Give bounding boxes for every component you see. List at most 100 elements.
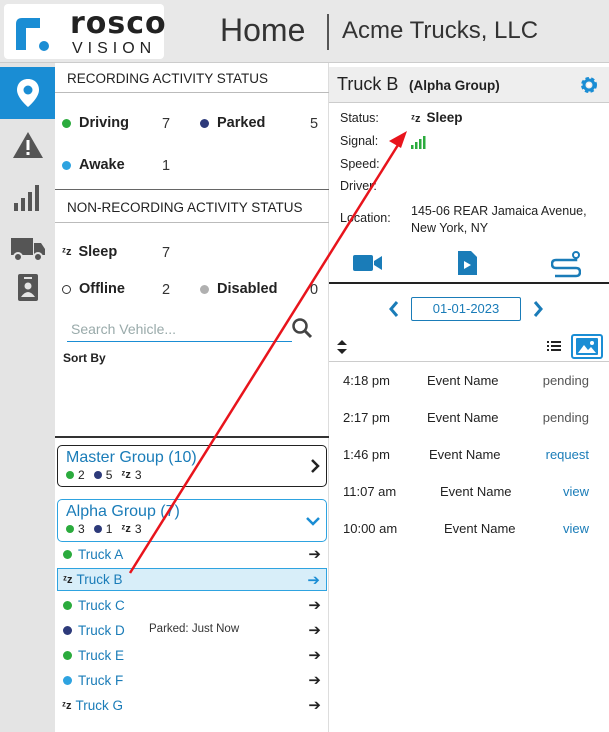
arrow-right-icon: ➔: [308, 546, 321, 563]
offline-filter[interactable]: Offline: [62, 281, 125, 297]
location-pin-icon: [16, 79, 39, 107]
divider: [329, 361, 609, 362]
header-divider: [327, 14, 329, 50]
nonrecording-status-title: NON-RECORDING ACTIVITY STATUS: [67, 200, 303, 215]
event-time: 1:46 pm: [343, 447, 390, 462]
truck-row-b[interactable]: ᶻz Truck B ➔: [57, 568, 327, 591]
event-request-link[interactable]: request: [546, 447, 589, 462]
recording-status-title: RECORDING ACTIVITY STATUS: [67, 71, 269, 86]
driving-count: 7: [162, 116, 171, 132]
sleep-icon: ᶻz: [62, 699, 72, 712]
disabled-filter[interactable]: Disabled: [200, 281, 277, 297]
truck-row-c[interactable]: Truck C ➔: [57, 594, 327, 617]
sleep-icon: ᶻz: [62, 246, 72, 258]
route-icon[interactable]: [551, 250, 581, 278]
truck-row-e[interactable]: Truck E ➔: [57, 644, 327, 667]
truck-name: Truck F: [78, 673, 124, 688]
image-view-button[interactable]: [571, 334, 603, 359]
search-input[interactable]: [67, 317, 292, 342]
video-camera-icon[interactable]: [353, 253, 383, 273]
truck-name: Truck D: [78, 623, 125, 638]
sleep-label: Sleep: [78, 244, 118, 260]
date-picker[interactable]: 01-01-2023: [411, 297, 521, 321]
parked-dot-icon: [93, 525, 102, 533]
arrow-right-icon: ➔: [308, 597, 321, 614]
group-name: Alpha Group (7): [66, 503, 180, 520]
truck-name: Truck G: [75, 698, 123, 713]
status-value: ᶻz Sleep: [411, 110, 463, 125]
sleep-filter[interactable]: ᶻz Sleep: [62, 244, 117, 260]
chevron-right-icon[interactable]: [533, 301, 543, 317]
nav-map-button[interactable]: [0, 67, 55, 119]
video-file-icon[interactable]: [456, 250, 478, 276]
truck-row-f[interactable]: Truck F ➔: [57, 669, 327, 692]
event-row[interactable]: 2:17 pm Event Name pending: [329, 400, 609, 437]
offline-label: Offline: [79, 281, 125, 297]
media-tabs: [329, 244, 609, 284]
event-time: 2:17 pm: [343, 410, 390, 425]
event-name: Event Name: [427, 410, 499, 425]
event-name: Event Name: [444, 521, 516, 536]
location-value: 145-06 REAR Jamaica Avenue, New York, NY: [411, 204, 587, 235]
signal-label: Signal:: [340, 134, 379, 148]
speed-label: Speed:: [340, 157, 380, 171]
driving-filter[interactable]: Driving: [62, 115, 129, 131]
group-name: Master Group (10): [66, 449, 197, 466]
badge-icon: [17, 274, 38, 301]
awake-filter[interactable]: Awake: [62, 157, 125, 173]
truck-name: Truck C: [78, 598, 125, 613]
group-driving-count: 3: [78, 522, 85, 536]
sort-by-label[interactable]: Sort By: [63, 351, 106, 365]
parked-label: Parked: [217, 115, 266, 131]
disabled-dot-icon: [200, 284, 209, 294]
truck-group: (Alpha Group): [409, 78, 500, 93]
status-text: Sleep: [426, 110, 463, 125]
truck-row-g[interactable]: ᶻz Truck G ➔: [57, 694, 327, 717]
nav-alerts-button[interactable]: [0, 119, 55, 171]
parked-dot-icon: [63, 626, 72, 635]
search-icon[interactable]: [291, 317, 313, 339]
header-bar: rosco VISION Home Acme Trucks, LLC: [0, 0, 609, 63]
awake-dot-icon: [62, 160, 71, 170]
truck-row-a[interactable]: Truck A ➔: [57, 543, 327, 566]
parked-filter[interactable]: Parked: [200, 115, 265, 131]
driving-dot-icon: [63, 550, 72, 559]
truck-detail-header: Truck B (Alpha Group): [329, 67, 609, 103]
nav-signal-button[interactable]: [0, 171, 55, 223]
divider: [55, 222, 329, 223]
group-counts: 3 1 ᶻz 3: [66, 522, 142, 536]
awake-label: Awake: [79, 157, 125, 173]
driving-dot-icon: [62, 118, 71, 128]
chevron-down-icon: [306, 517, 320, 526]
group-counts: 2 5 ᶻz 3: [66, 468, 142, 482]
event-row[interactable]: 11:07 am Event Name view: [329, 474, 609, 511]
driving-dot-icon: [63, 601, 72, 610]
sort-icon[interactable]: [337, 340, 347, 354]
driver-label: Driver:: [340, 179, 377, 193]
event-row[interactable]: 1:46 pm Event Name request: [329, 437, 609, 474]
location-label: Location:: [340, 211, 391, 225]
arrow-right-icon: ➔: [308, 647, 321, 664]
nav-drivers-button[interactable]: [0, 261, 55, 313]
chevron-left-icon[interactable]: [389, 301, 399, 317]
event-name: Event Name: [427, 373, 499, 388]
group-parked-count: 1: [105, 522, 113, 536]
status-label: Status:: [340, 111, 379, 125]
gear-icon[interactable]: [579, 75, 599, 95]
offline-dot-icon: [62, 284, 71, 294]
group-master[interactable]: Master Group (10) 2 5 ᶻz 3: [57, 445, 327, 487]
sleep-icon: ᶻz: [63, 573, 73, 586]
event-row[interactable]: 10:00 am Event Name view: [329, 511, 609, 548]
event-view-link[interactable]: view: [563, 521, 589, 536]
arrow-right-icon: ➔: [308, 622, 321, 639]
group-sleep-count: 3: [134, 522, 142, 536]
event-row[interactable]: 4:18 pm Event Name pending: [329, 363, 609, 400]
event-view-link[interactable]: view: [563, 484, 589, 499]
truck-row-d[interactable]: Truck D Parked: Just Now ➔: [57, 619, 327, 642]
driving-dot-icon: [63, 651, 72, 660]
group-alpha[interactable]: Alpha Group (7) 3 1 ᶻz 3: [57, 499, 327, 542]
list-view-icon[interactable]: [547, 340, 561, 352]
event-time: 11:07 am: [343, 484, 397, 499]
truck-detail-panel: Truck B (Alpha Group) Status: ᶻz Sleep Si…: [329, 63, 609, 732]
offline-count: 2: [162, 282, 171, 298]
